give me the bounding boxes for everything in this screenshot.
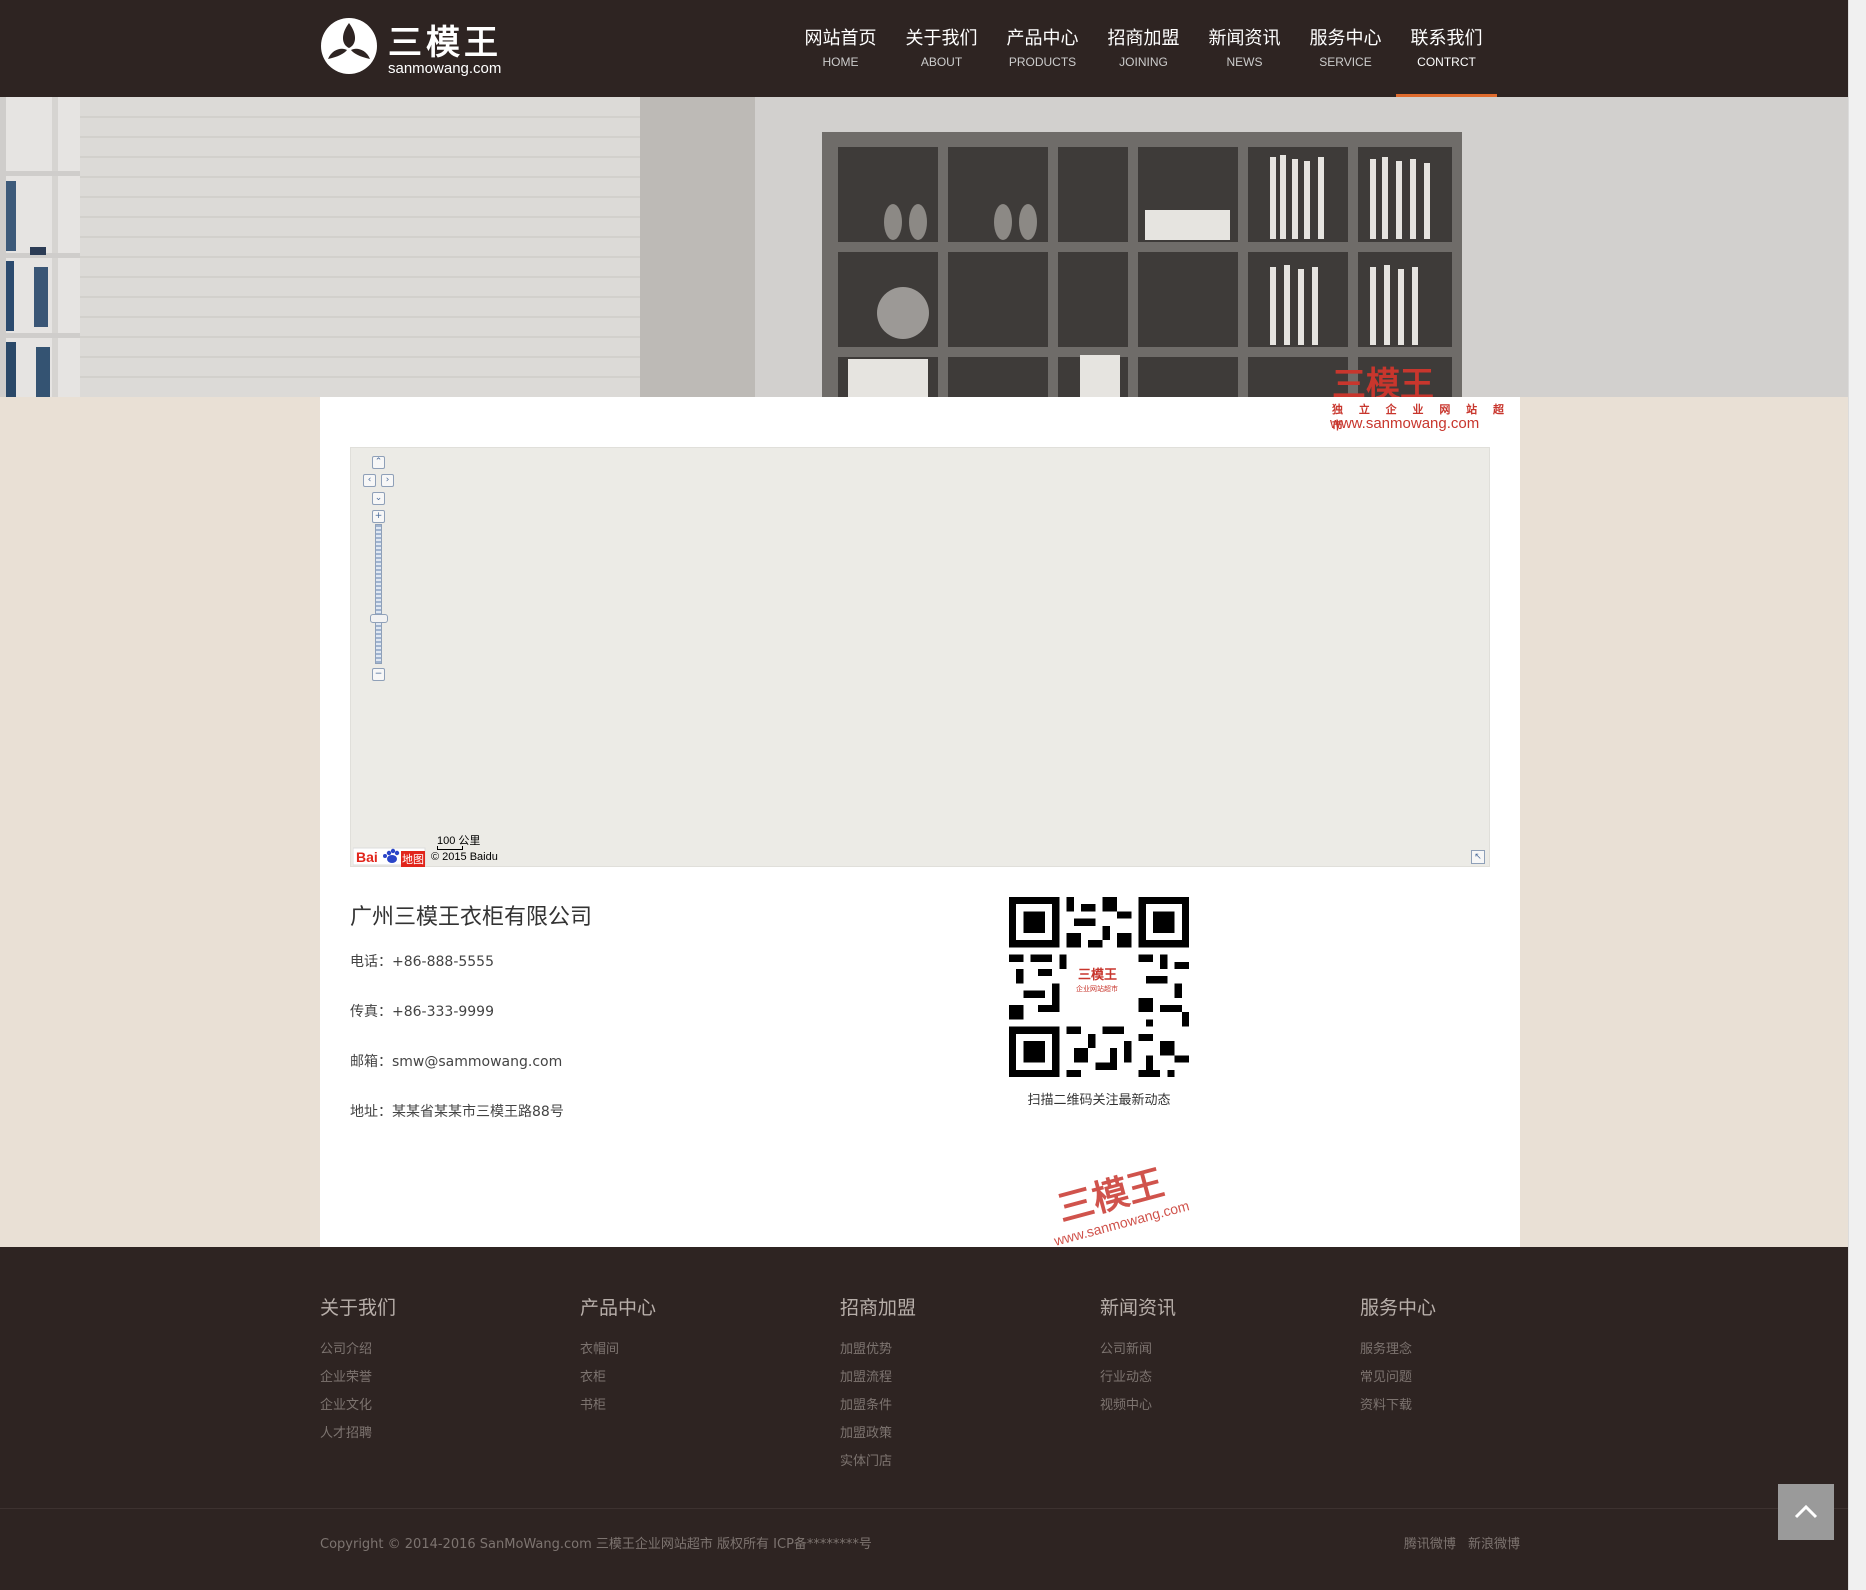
nav-sublabel: PRODUCTS <box>1008 55 1077 69</box>
scrollbar[interactable] <box>1848 0 1866 1590</box>
qr-center-logo: 三模王 <box>1078 964 1117 983</box>
map-resize-icon[interactable]: ↖ <box>1471 850 1485 864</box>
footer-link[interactable]: 衣帽间 <box>580 1336 820 1364</box>
footer-column-joining: 招商加盟 加盟优势 加盟流程 加盟条件 加盟政策 实体门店 <box>840 1293 1080 1476</box>
nav-item-contact[interactable]: 联系我们 CONTRCT <box>1396 0 1497 97</box>
qr-logo-tagline: 企业网站超市 <box>1076 985 1118 993</box>
banner-watermark: 三模王 <box>1332 357 1434 397</box>
footer-link[interactable]: 衣柜 <box>580 1364 820 1392</box>
nav-label: 产品中心 <box>1006 28 1079 49</box>
contact-address: 地址：某某省某某市三模王路88号 <box>350 1104 564 1120</box>
social-links: 腾讯微博 新浪微博 <box>1396 1533 1520 1552</box>
nav-item-home[interactable]: 网站首页 HOME <box>790 0 891 97</box>
footer-link[interactable]: 加盟政策 <box>840 1420 1080 1448</box>
nav-label: 服务中心 <box>1309 28 1382 49</box>
logo-chinese-text: 三模王 <box>388 23 502 63</box>
footer-link[interactable]: 公司介绍 <box>320 1336 560 1364</box>
baidu-map[interactable]: ⌃ ‹ › ⌄ + − 100 公里 Bai 地图 © 2015 Baidu ↖ <box>350 447 1490 867</box>
tencent-weibo-link[interactable]: 腾讯微博 <box>1404 1537 1456 1552</box>
footer-column-news: 新闻资讯 公司新闻 行业动态 视频中心 <box>1100 1293 1340 1420</box>
site-logo[interactable]: 三模王 sanmowang.com <box>320 17 520 81</box>
company-name: 广州三模王衣柜有限公司 <box>350 905 593 930</box>
nav-label: 新闻资讯 <box>1208 28 1281 49</box>
contact-content: 独 立 企 业 网 站 超 市 www.sanmowang.com ⌃ ‹ › … <box>320 397 1520 1249</box>
map-scale-bar <box>437 846 463 850</box>
footer-divider <box>0 1508 1848 1509</box>
nav-item-products[interactable]: 产品中心 PRODUCTS <box>992 0 1093 97</box>
nav-label: 招商加盟 <box>1107 28 1180 49</box>
footer-link[interactable]: 书柜 <box>580 1392 820 1420</box>
map-copyright: © 2015 Baidu <box>431 851 498 863</box>
zoom-slider-handle[interactable] <box>370 614 388 623</box>
footer-column-title: 关于我们 <box>320 1297 397 1319</box>
footer-link[interactable]: 行业动态 <box>1100 1364 1340 1392</box>
chevron-up-icon <box>1794 1504 1818 1519</box>
footer-column-products: 产品中心 衣帽间 衣柜 书柜 <box>580 1293 820 1420</box>
nav-sublabel: NEWS <box>1226 55 1263 69</box>
footer-column-title: 招商加盟 <box>840 1297 917 1319</box>
baidu-logo-text: Bai <box>356 849 378 865</box>
copyright-text: Copyright © 2014-2016 SanMoWang.com 三模王企… <box>320 1537 872 1552</box>
footer-link[interactable]: 服务理念 <box>1360 1336 1600 1364</box>
nav-item-joining[interactable]: 招商加盟 JOINING <box>1093 0 1194 97</box>
footer-link[interactable]: 公司新闻 <box>1100 1336 1340 1364</box>
nav-sublabel: JOINING <box>1119 55 1168 69</box>
content-watermark-url: www.sanmowang.com <box>1330 415 1479 432</box>
footer-link[interactable]: 实体门店 <box>840 1448 1080 1476</box>
qr-center-tagline: 企业网站超市 <box>1076 984 1118 994</box>
nav-sublabel: SERVICE <box>1319 55 1372 69</box>
logo-mark-icon <box>321 18 377 74</box>
footer-link[interactable]: 人才招聘 <box>320 1420 560 1448</box>
nav-sublabel: HOME <box>822 55 859 69</box>
footer-link[interactable]: 加盟条件 <box>840 1392 1080 1420</box>
footer-column-service: 服务中心 服务理念 常见问题 资料下载 <box>1360 1293 1600 1420</box>
watermark-url: www.sanmowang.com <box>1330 415 1480 432</box>
nav-label: 联系我们 <box>1410 28 1483 49</box>
footer-column-title: 新闻资讯 <box>1100 1297 1177 1319</box>
sina-weibo-link[interactable]: 新浪微博 <box>1468 1537 1520 1552</box>
footer-link[interactable]: 资料下载 <box>1360 1392 1600 1420</box>
nav-item-about[interactable]: 关于我们 ABOUT <box>891 0 992 97</box>
nav-item-news[interactable]: 新闻资讯 NEWS <box>1194 0 1295 97</box>
zoom-in-icon[interactable]: + <box>372 510 385 523</box>
watermark-brand: 三模王 <box>1332 365 1434 397</box>
bookshelf-illustration <box>0 97 1848 397</box>
qr-logo-brand: 三模王 <box>1078 968 1118 983</box>
map-navigation-control: ⌃ ‹ › ⌄ + − <box>363 456 394 686</box>
contact-email: 邮箱：smw@sammowang.com <box>350 1054 563 1070</box>
back-to-top-button[interactable] <box>1778 1484 1834 1540</box>
footer-link[interactable]: 企业荣誉 <box>320 1364 560 1392</box>
footer-link[interactable]: 加盟优势 <box>840 1336 1080 1364</box>
logo-domain-text: sanmowang.com <box>388 60 502 77</box>
nav-item-service[interactable]: 服务中心 SERVICE <box>1295 0 1396 97</box>
nav-label: 网站首页 <box>804 28 877 49</box>
baidu-map-logo[interactable]: Bai 地图 <box>352 844 427 867</box>
nav-label: 关于我们 <box>905 28 978 49</box>
pan-up-icon[interactable]: ⌃ <box>372 456 385 469</box>
site-footer: 关于我们 公司介绍 企业荣誉 企业文化 人才招聘 产品中心 衣帽间 衣柜 书柜 … <box>0 1247 1848 1590</box>
banner-image: 三模王 <box>0 97 1848 397</box>
footer-link[interactable]: 常见问题 <box>1360 1364 1600 1392</box>
footer-column-about: 关于我们 公司介绍 企业荣誉 企业文化 人才招聘 <box>320 1293 560 1448</box>
site-header: 三模王 sanmowang.com 网站首页 HOME 关于我们 ABOUT 产… <box>0 0 1848 97</box>
pan-down-icon[interactable]: ⌄ <box>372 492 385 505</box>
pan-left-icon[interactable]: ‹ <box>363 474 376 487</box>
footer-link[interactable]: 企业文化 <box>320 1392 560 1420</box>
qr-caption: 扫描二维码关注最新动态 <box>1027 1093 1171 1108</box>
zoom-slider-track[interactable] <box>375 524 382 664</box>
footer-link[interactable]: 加盟流程 <box>840 1364 1080 1392</box>
baidu-logo-suffix: 地图 <box>401 851 425 867</box>
footer-link[interactable]: 视频中心 <box>1100 1392 1340 1420</box>
contact-phone: 电话：+86-888-5555 <box>350 954 494 970</box>
footer-column-title: 服务中心 <box>1360 1297 1437 1319</box>
zoom-out-icon[interactable]: − <box>372 668 385 681</box>
footer-column-title: 产品中心 <box>580 1297 657 1319</box>
nav-sublabel: ABOUT <box>920 55 963 69</box>
contact-fax: 传真：+86-333-9999 <box>350 1004 494 1020</box>
pan-right-icon[interactable]: › <box>381 474 394 487</box>
main-nav: 网站首页 HOME 关于我们 ABOUT 产品中心 PRODUCTS 招商加盟 … <box>790 0 1497 97</box>
nav-sublabel: CONTRCT <box>1417 55 1476 69</box>
